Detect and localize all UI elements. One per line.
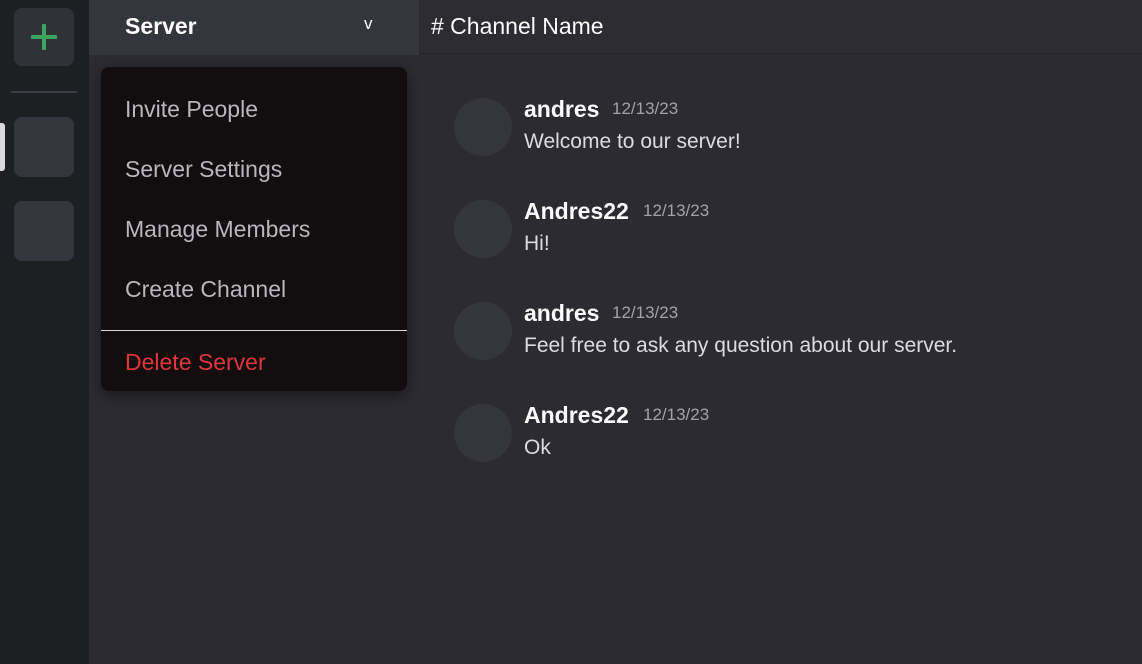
message-timestamp: 12/13/23 — [643, 405, 710, 424]
avatar[interactable] — [454, 98, 512, 156]
rail-divider — [11, 91, 77, 93]
message-item: Andres22 12/13/23 Hi! — [454, 198, 1114, 262]
channel-header: # Channel Name — [419, 0, 1142, 54]
menu-item-manage-members[interactable]: Manage Members — [125, 216, 310, 243]
server-icon-2[interactable] — [14, 201, 74, 261]
message-timestamp: 12/13/23 — [612, 99, 679, 118]
channel-title: # Channel Name — [431, 13, 604, 39]
menu-item-delete-server[interactable]: Delete Server — [125, 349, 266, 376]
server-dropdown-menu: Invite People Server Settings Manage Mem… — [101, 67, 407, 391]
message-text: Welcome to our server! — [524, 130, 741, 153]
message-author[interactable]: andres — [524, 96, 599, 123]
menu-item-create-channel[interactable]: Create Channel — [125, 276, 286, 303]
app-root: Server v Invite People Server Settings M… — [0, 0, 1142, 664]
menu-item-server-settings[interactable]: Server Settings — [125, 156, 282, 183]
add-server-button[interactable] — [14, 8, 74, 66]
server-icon-1[interactable] — [14, 117, 74, 177]
message-item: andres 12/13/23 Welcome to our server! — [454, 96, 1114, 160]
message-author[interactable]: andres — [524, 300, 599, 327]
message-text: Hi! — [524, 232, 550, 255]
chat-area: # Channel Name andres 12/13/23 Welcome t… — [419, 0, 1142, 664]
message-author[interactable]: Andres22 — [524, 198, 629, 225]
message-text: Feel free to ask any question about our … — [524, 334, 958, 357]
avatar[interactable] — [454, 200, 512, 258]
menu-divider — [101, 330, 407, 331]
message-item: andres 12/13/23 Feel free to ask any que… — [454, 300, 1114, 364]
avatar[interactable] — [454, 404, 512, 462]
message-text: Ok — [524, 436, 551, 459]
server-rail — [0, 0, 89, 664]
active-server-indicator — [0, 123, 5, 171]
channel-sidebar: Server v Invite People Server Settings M… — [89, 0, 419, 664]
avatar[interactable] — [454, 302, 512, 360]
chevron-down-icon: v — [364, 14, 373, 33]
message-timestamp: 12/13/23 — [643, 201, 710, 220]
plus-icon — [31, 24, 57, 50]
server-name: Server — [125, 13, 197, 39]
message-timestamp: 12/13/23 — [612, 303, 679, 322]
message-author[interactable]: Andres22 — [524, 402, 629, 429]
menu-item-invite-people[interactable]: Invite People — [125, 96, 258, 123]
server-header-button[interactable]: Server v — [89, 0, 419, 55]
message-item: Andres22 12/13/23 Ok — [454, 402, 1114, 466]
